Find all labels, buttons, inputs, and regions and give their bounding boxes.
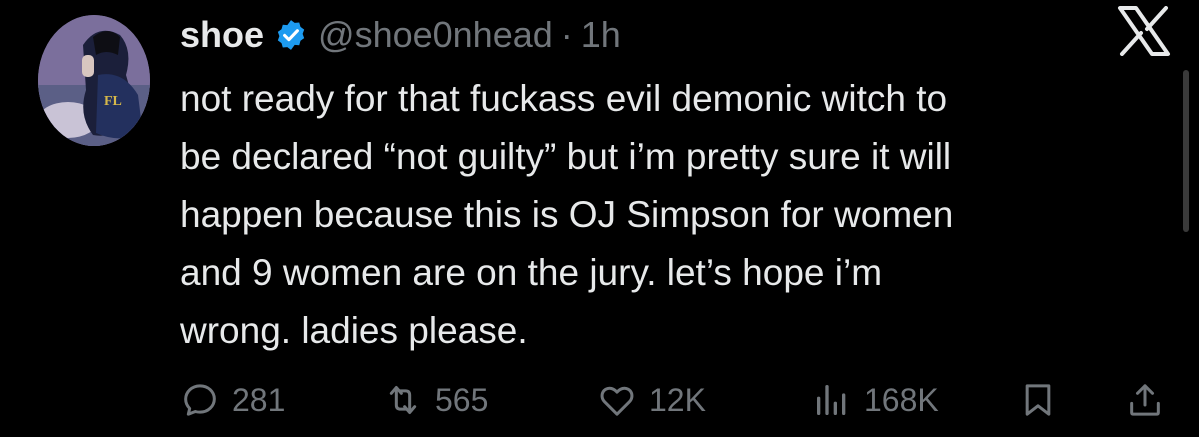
bookmark-icon [1025, 384, 1051, 416]
user-handle[interactable]: @shoe0nhead [318, 14, 553, 56]
tweet-actions: 281 565 12K 168K [0, 370, 1199, 430]
tweet-text-line: not ready for that fuckass evil demonic … [180, 78, 948, 119]
reply-button[interactable]: 281 [180, 370, 285, 430]
timestamp[interactable]: 1h [581, 14, 621, 56]
repost-count: 565 [435, 381, 489, 418]
like-count: 12K [649, 381, 706, 418]
separator-dot: · [560, 14, 573, 55]
tweet-card: FL shoe @shoe0nhead · 1h not ready for t… [0, 0, 1199, 437]
verified-badge-icon [277, 20, 305, 50]
avatar-jacket-text: FL [104, 94, 122, 109]
views-button[interactable]: 168K [812, 370, 939, 430]
tweet-text-line: be declared “not guilty” but i’m pretty … [180, 136, 952, 177]
views-icon [817, 385, 846, 415]
avatar[interactable]: FL [38, 15, 150, 146]
bookmark-button[interactable] [1018, 370, 1058, 430]
share-button[interactable] [1125, 370, 1165, 430]
share-icon [1130, 384, 1160, 416]
tweet-text-line: happen because this is OJ Simpson for wo… [180, 194, 954, 235]
tweet-text: not ready for that fuckass evil demonic … [180, 70, 1170, 360]
tweet-header: shoe @shoe0nhead · 1h [180, 10, 621, 60]
like-button[interactable]: 12K [597, 370, 706, 430]
scrollbar[interactable] [1183, 70, 1189, 232]
heart-icon [600, 386, 634, 416]
repost-button[interactable]: 565 [383, 370, 488, 430]
display-name[interactable]: shoe [180, 14, 264, 56]
tweet-text-line: and 9 women are on the jury. let’s hope … [180, 252, 883, 293]
tweet-text-line: wrong. ladies please. [180, 310, 528, 351]
reply-icon [184, 384, 216, 416]
avatar-image: FL [38, 15, 150, 146]
x-logo-icon [1118, 6, 1170, 56]
views-count: 168K [864, 381, 939, 418]
repost-icon [389, 386, 417, 414]
reply-count: 281 [232, 381, 286, 418]
